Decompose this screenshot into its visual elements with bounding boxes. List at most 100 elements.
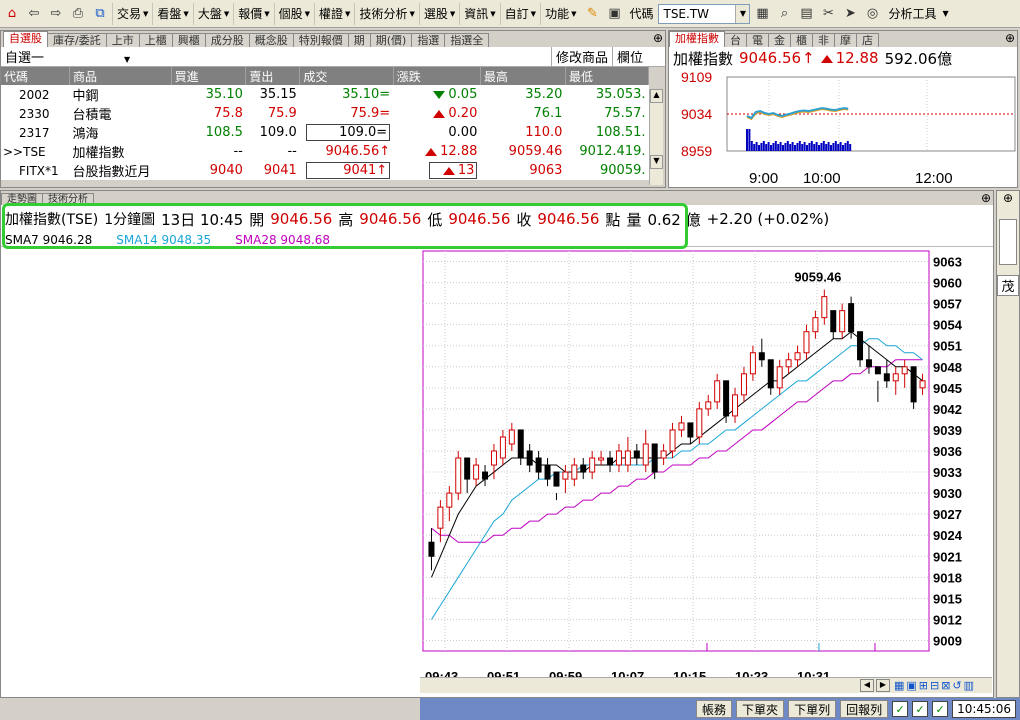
menu-item[interactable]: 看盤 ▼ (152, 2, 192, 25)
table-row[interactable]: 2317 鴻海 108.5 109.0 109.0= 0.00 110.0 108.51. (1, 123, 649, 142)
watchlist-tab[interactable]: 自選股 (3, 31, 48, 47)
group-select[interactable]: 自選一 ▼ (1, 47, 151, 66)
scroll-right-icon[interactable]: ▶ (876, 679, 890, 692)
watchlist-tab[interactable]: 指選 (411, 33, 446, 47)
menu-item[interactable]: 資訊 ▼ (459, 2, 499, 25)
watchlist-tab[interactable]: 期 (347, 33, 371, 47)
scroll-down-icon[interactable]: ▼ (650, 155, 663, 169)
row-change-value: 13 (457, 163, 475, 178)
side-scroll[interactable] (999, 219, 1017, 265)
peak-label: 9059.46 (794, 270, 841, 285)
menu-item[interactable]: 功能 ▼ (540, 2, 580, 25)
watchlist-tab[interactable]: 庫存/委託 (47, 33, 107, 47)
menu-item[interactable]: 權證 ▼ (314, 2, 354, 25)
watchlist-tab[interactable]: 上市 (105, 33, 140, 47)
up-arrow-icon: ↑ (376, 163, 388, 178)
chevron-down-icon[interactable]: ▼ (943, 9, 949, 18)
mini-tab[interactable]: 台 (724, 33, 747, 47)
side-strip: ⊕ 茂 (996, 190, 1020, 698)
back-icon[interactable]: ⇦ (24, 3, 44, 25)
row-change-box: 12.88 (425, 144, 477, 159)
menu-item[interactable]: 大盤 ▼ (192, 2, 233, 25)
checkbox-icon[interactable]: ✓ (892, 701, 909, 717)
y-tick-label: 9039 (933, 423, 962, 438)
watchlist-panel: 自選股 庫存/委託 上市 上櫃 興櫃 成分股 概念股 特別報價期期(價) 指選 指選全 ⊕ 自選一… (0, 30, 666, 188)
mini-tab[interactable]: 櫃 (790, 33, 813, 47)
magnifier-icon[interactable]: ◎ (862, 3, 882, 25)
search-icon[interactable]: ⌕ (774, 3, 794, 25)
row-change-box: 0.05 (433, 87, 477, 102)
mini-tab[interactable]: 電 (746, 33, 769, 47)
mini-tab[interactable]: 非 (812, 33, 835, 47)
chart-icon[interactable]: ▤ (796, 3, 816, 25)
y-tick-label: 9057 (933, 297, 962, 312)
watchlist-tab[interactable]: 成分股 (204, 33, 250, 47)
status-time: 10:45:06 (952, 700, 1016, 718)
pen-icon[interactable]: ✎ (582, 3, 602, 25)
columns-button[interactable]: 欄位 (611, 47, 647, 66)
checkbox-icon[interactable]: ✓ (912, 701, 929, 717)
menu-item[interactable]: 自訂 ▼ (499, 2, 540, 25)
row-code: 2330 (1, 104, 70, 123)
table-row[interactable]: FITX*1 台股指數近月 9040 9041 9041↑ 13 9063 90059. (1, 161, 649, 180)
menu-item[interactable]: 報價 ▼ (233, 2, 273, 25)
menu-item[interactable]: 選股 ▼ (418, 2, 459, 25)
watchlist-tab[interactable]: 特別報價 (292, 33, 349, 47)
watchlist-tab[interactable]: 興櫃 (171, 33, 206, 47)
cursor-icon[interactable]: ➤ (840, 3, 860, 25)
mini-y-tick: 9034 (681, 106, 712, 122)
watchlist-zoom-icon[interactable]: ⊕ (653, 31, 663, 45)
y-tick-label: 9042 (933, 402, 962, 417)
status-button[interactable]: 回報列 (840, 700, 889, 718)
print-icon[interactable]: ⎙ (68, 3, 88, 25)
calendar-icon[interactable]: ▦ (752, 3, 772, 25)
forward-icon[interactable]: ⇨ (46, 3, 66, 25)
side-label[interactable]: 茂 (997, 275, 1019, 296)
main-toolbar: ⌂ ⇦ ⇨ ⎙ ⧉ 交易 ▼ 看盤 ▼ 大盤 ▼ 報價 ▼ 個股 ▼ 權證 ▼ 技術分析 ▼ 選股 ▼ 資訊 ▼ 自… (0, 0, 1020, 28)
menu-item[interactable]: 交易 ▼ (112, 2, 152, 25)
table-row[interactable]: 2330 台積電 75.8 75.9 75.9= 0.20 76.1 75.57. (1, 104, 649, 123)
row-code: FITX*1 (1, 161, 70, 180)
scrollbar[interactable]: ▲ ▼ (649, 89, 663, 185)
chevron-down-icon[interactable]: ▼ (735, 4, 750, 23)
home-icon[interactable]: ⌂ (2, 3, 22, 25)
status-button[interactable]: 帳務 (696, 700, 733, 718)
scroll-up-icon[interactable]: ▲ (650, 89, 663, 103)
side-zoom-icon[interactable]: ⊕ (997, 191, 1019, 205)
scroll-left-icon[interactable]: ◀ (860, 679, 874, 692)
mini-tab[interactable]: 摩 (834, 33, 857, 47)
window-icon[interactable]: ⧉ (90, 3, 110, 25)
candle-body (892, 373, 899, 382)
watchlist-tab[interactable]: 上櫃 (138, 33, 173, 47)
menu-item[interactable]: 技術分析 ▼ (354, 2, 418, 25)
tools-icon[interactable]: ✂ (818, 3, 838, 25)
status-button[interactable]: 下單夾 (736, 700, 785, 718)
chevron-down-icon[interactable]: ▼ (124, 55, 130, 64)
mini-tab[interactable]: 店 (856, 33, 879, 47)
analysis-tools-menu[interactable]: 分析工具 (884, 5, 940, 22)
watchlist-tab[interactable]: 期(價) (369, 33, 413, 47)
modify-items-button[interactable]: 修改商品 (550, 47, 612, 66)
code-input[interactable]: TSE.TW ▼ (658, 3, 751, 24)
candle-body (535, 457, 542, 473)
save-icon[interactable]: ▣ (604, 3, 624, 25)
watchlist-tab[interactable]: 概念股 (248, 33, 294, 47)
table-row[interactable]: 2002 中鋼 35.10 35.15 35.10= 0.05 35.20 35.053. (1, 85, 649, 104)
candle-body (740, 373, 747, 396)
chart-tools-icon[interactable]: ▦▣⊞⊟⊠↺▥ (894, 679, 976, 692)
row-last-value: 9041↑ (306, 162, 391, 179)
row-last: 75.9= (299, 104, 394, 123)
checkbox-icon[interactable]: ✓ (932, 701, 949, 717)
mini-tab[interactable]: 加權指數 (669, 31, 725, 47)
mini-x-tick: 10:00 (803, 170, 841, 187)
up-triangle-icon (433, 109, 446, 118)
mini-tab[interactable]: 金 (768, 33, 791, 47)
chart-scrollbar[interactable]: ◀ ▶ ▦▣⊞⊟⊠↺▥ (420, 677, 992, 693)
row-ask: 35.15 (245, 85, 300, 104)
status-button[interactable]: 下單列 (788, 700, 837, 718)
watchlist-tab[interactable]: 指選全 (444, 33, 490, 47)
menu-item[interactable]: 個股 ▼ (273, 2, 314, 25)
table-row[interactable]: >>TSE 加權指數 -- -- 9046.56↑ 12.88 9059.46 9012.41… (1, 142, 649, 161)
chart-zoom-icon[interactable]: ⊕ (981, 191, 991, 205)
mini-zoom-icon[interactable]: ⊕ (1005, 31, 1015, 45)
